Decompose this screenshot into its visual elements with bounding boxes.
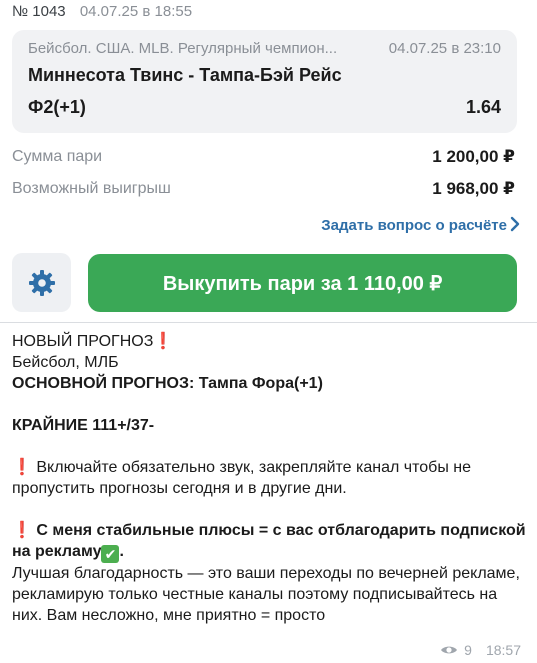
message-paragraph-2: ❗ С меня стабильные плюсы = с вас отблаг… [12,520,527,563]
cashout-button[interactable]: Выкупить пари за 1 110,00 ₽ [88,254,517,312]
message-paragraph-1: ❗ Включайте обязательно звук, закрепляйт… [12,457,527,499]
message-heading: НОВЫЙ ПРОГНОЗ❗ [12,331,527,352]
message-time: 18:57 [485,642,521,658]
eye-icon [441,646,458,654]
event-date: 04.07.25 в 23:10 [388,40,501,57]
event-card[interactable]: Бейсбол. США. MLB. Регулярный чемпион...… [12,30,517,133]
settings-button[interactable] [12,253,71,312]
bet-odds: 1.64 [465,97,501,117]
stake-label: Сумма пари [12,148,103,165]
exclamation-icon: ❗ [12,522,32,539]
channel-message: НОВЫЙ ПРОГНОЗ❗ Бейсбол, МЛБ ОСНОВНОЙ ПРО… [12,331,527,626]
bet-outcome: Ф2(+1) [28,97,86,117]
message-meta: 9 18:57 [440,642,521,658]
check-icon: ✔ [101,545,120,563]
ask-question-link[interactable]: Задать вопрос о расчёте [321,217,507,234]
exclamation-icon: ❗ [12,459,32,476]
message-line-1: НОВЫЙ ПРОГНОЗ [12,333,154,350]
event-teams: Миннесота Твинс - Тампа-Бэй Рейс [28,65,342,85]
event-league: Бейсбол. США. MLB. Регулярный чемпион... [28,40,338,57]
message-line-4: КРАЙНИЕ 111+/37- [12,417,155,434]
possible-win-label: Возможный выигрыш [12,180,171,197]
bet-placed-time: 04.07.25 в 18:55 [79,3,193,20]
exclamation-icon: ❗ [153,333,174,350]
divider [0,322,537,323]
message-line-2: Бейсбол, МЛБ [12,354,119,371]
message-paragraph-2-text: С меня стабильные плюсы = с вас отблагод… [12,522,526,560]
bet-number: № 1043 [12,3,66,20]
message-paragraph-2-end: . [119,543,124,560]
message-line-3: ОСНОВНОЙ ПРОГНОЗ: Тампа Фора(+1) [12,375,323,392]
message-paragraph-3: Лучшая благодарность — это ваши переходы… [12,565,520,624]
view-count: 9 [464,642,472,658]
message-paragraph-1-text: Включайте обязательно звук, закрепляйте … [12,459,471,497]
bet-card: № 1043 04.07.25 в 18:55 Бейсбол. США. ML… [0,0,537,322]
bet-header: № 1043 04.07.25 в 18:55 [12,3,192,20]
possible-win-value: 1 968,00 ₽ [432,179,515,198]
stake-value: 1 200,00 ₽ [432,147,515,166]
gear-icon [28,269,55,296]
chevron-right-icon[interactable] [507,215,523,233]
